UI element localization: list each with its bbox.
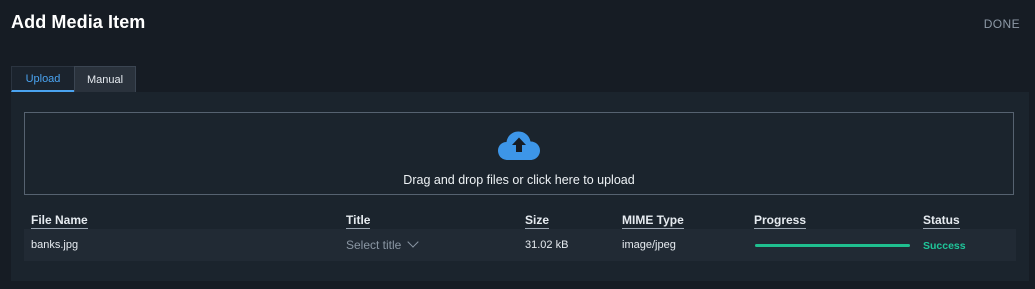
done-button[interactable]: DONE: [984, 17, 1020, 31]
tab-upload[interactable]: Upload: [11, 66, 74, 92]
mime-type-cell: image/jpeg: [622, 239, 676, 251]
table-row: banks.jpg Select title 31.02 kB image/jp…: [24, 229, 1016, 261]
file-name-cell: banks.jpg: [31, 239, 79, 251]
title-select-placeholder: Select title: [346, 238, 402, 252]
title-select[interactable]: Select title: [346, 236, 420, 252]
column-header-progress: Progress: [754, 213, 807, 229]
dropzone-text: Drag and drop files or click here to upl…: [403, 173, 635, 187]
tab-bar: Upload Manual: [11, 65, 136, 92]
status-badge: Success: [923, 240, 966, 252]
column-header-size: Size: [525, 213, 550, 229]
upload-panel: Drag and drop files or click here to upl…: [11, 92, 1029, 281]
column-header-status: Status: [923, 213, 960, 229]
column-header-file-name: File Name: [31, 213, 88, 229]
file-dropzone[interactable]: Drag and drop files or click here to upl…: [24, 112, 1014, 195]
cloud-upload-icon: [498, 131, 540, 160]
upload-progress-fill: [755, 244, 910, 247]
chevron-down-icon: [407, 236, 420, 248]
upload-progress-bar: [755, 244, 910, 247]
size-cell: 31.02 kB: [525, 239, 569, 251]
tab-manual[interactable]: Manual: [74, 66, 136, 92]
column-header-mime-type: MIME Type: [622, 213, 684, 229]
column-header-title: Title: [346, 213, 371, 229]
page-title: Add Media Item: [11, 12, 146, 32]
